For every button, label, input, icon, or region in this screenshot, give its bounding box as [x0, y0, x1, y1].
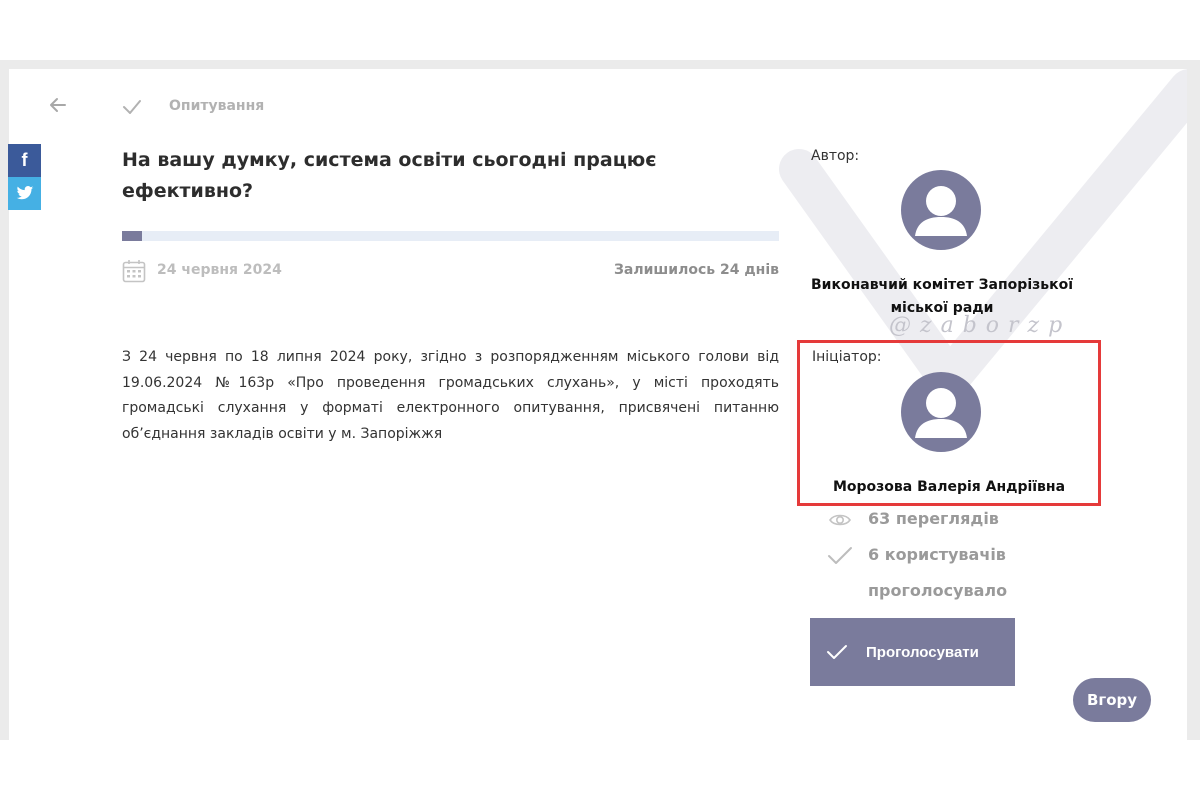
vote-button-label: Проголосувати [866, 643, 979, 661]
views-count: 63 переглядів [868, 509, 999, 528]
twitter-icon [16, 186, 33, 200]
vote-button[interactable]: Проголосувати [810, 618, 1015, 686]
poll-check-icon [123, 100, 141, 114]
check-icon [827, 645, 847, 659]
author-avatar [901, 170, 981, 250]
page: Опитування На вашу думку, система освіти… [0, 0, 1200, 800]
votes-count: 6 користувачів проголосувало [868, 545, 1008, 600]
poll-title: На вашу думку, система освіти сьогодні п… [122, 149, 657, 202]
scroll-top-button[interactable]: Вгору [1073, 678, 1151, 722]
poll-progress-fill [122, 231, 142, 241]
back-arrow-icon[interactable] [49, 97, 67, 113]
poll-date: 24 червня 2024 [157, 262, 282, 278]
check-icon [828, 547, 852, 564]
author-label: Автор: [811, 148, 860, 164]
breadcrumb-section[interactable]: Опитування [169, 98, 264, 114]
watermark: @zaborzp [889, 313, 1072, 338]
facebook-share-button[interactable]: f [8, 144, 41, 177]
poll-progress-bar [122, 231, 779, 241]
initiator-name[interactable]: Морозова Валерія Андріївна [799, 479, 1099, 495]
poll-description: З 24 червня по 18 липня 2024 року, згідн… [122, 349, 779, 442]
facebook-icon: f [21, 150, 28, 170]
eye-icon [829, 514, 851, 526]
initiator-label: Ініціатор: [812, 349, 882, 365]
user-icon [915, 186, 967, 236]
calendar-icon [122, 260, 146, 283]
poll-remaining: Залишилось 24 днів [613, 262, 779, 278]
initiator-avatar [901, 372, 981, 452]
poll-card: Опитування На вашу думку, система освіти… [9, 69, 1187, 749]
twitter-share-button[interactable] [8, 177, 41, 210]
user-icon [915, 388, 967, 438]
